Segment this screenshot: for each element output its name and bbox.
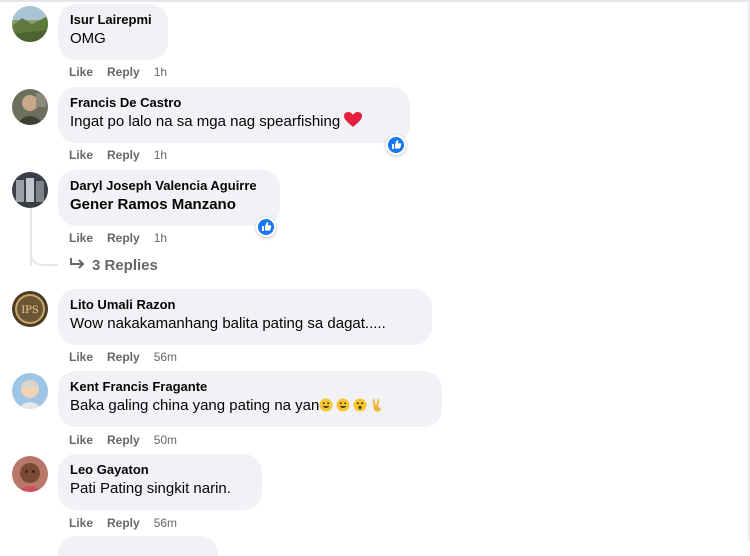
avatar[interactable]	[12, 89, 48, 125]
comment-text: Pati Pating singkit narin.	[70, 480, 231, 497]
reply-button[interactable]: Reply	[107, 231, 140, 245]
reply-button[interactable]: Reply	[107, 516, 140, 530]
like-button[interactable]: Like	[69, 433, 93, 447]
comment-author[interactable]: Kent Francis Fragante	[70, 379, 430, 395]
next-comment-bubble	[58, 536, 218, 556]
comment-actions: Like Reply 1h	[69, 231, 167, 245]
comment-time[interactable]: 1h	[154, 231, 167, 245]
reply-button[interactable]: Reply	[107, 65, 140, 79]
comment-bubble: Leo Gayaton Pati Pating singkit narin.	[58, 454, 262, 510]
avatar[interactable]	[12, 6, 48, 42]
comment-text-body: Baka galing china yang pating na yan	[70, 397, 320, 414]
comment-actions: Like Reply 56m	[69, 350, 177, 364]
reply-button[interactable]: Reply	[107, 350, 140, 364]
comment-actions: Like Reply 50m	[69, 433, 177, 447]
avatar[interactable]	[12, 373, 48, 409]
comment-bubble: Daryl Joseph Valencia Aguirre Gener Ramo…	[58, 170, 280, 226]
like-button[interactable]: Like	[69, 231, 93, 245]
comment-author[interactable]: Daryl Joseph Valencia Aguirre	[70, 178, 268, 194]
like-reaction-icon[interactable]	[256, 217, 276, 237]
comment-text: Ingat po lalo na sa mga nag spearfishing	[70, 112, 398, 132]
victory-hand-icon	[370, 398, 384, 412]
like-button[interactable]: Like	[69, 516, 93, 530]
like-button[interactable]: Like	[69, 148, 93, 162]
comment-text: OMG	[70, 30, 106, 47]
heart-emoji-icon	[344, 112, 363, 127]
grin-emoji-icon	[319, 398, 333, 412]
surprised-emoji-icon	[353, 398, 367, 412]
top-divider	[0, 0, 750, 2]
like-button[interactable]: Like	[69, 65, 93, 79]
comment-time[interactable]: 1h	[154, 148, 167, 162]
comment-author[interactable]: Leo Gayaton	[70, 462, 250, 478]
reply-arrow-icon	[70, 257, 86, 274]
comment-actions: Like Reply 1h	[69, 65, 167, 79]
comment-text: Wow nakakamanhang balita pating sa dagat…	[70, 315, 386, 332]
comment-author[interactable]: Francis De Castro	[70, 95, 398, 111]
comment-author[interactable]: Isur Lairepmi	[70, 12, 156, 28]
tagged-user-link[interactable]: Gener Ramos Manzano	[70, 195, 268, 215]
reply-button[interactable]: Reply	[107, 433, 140, 447]
comment-time[interactable]: 1h	[154, 65, 167, 79]
comment-time[interactable]: 56m	[154, 350, 177, 364]
like-button[interactable]: Like	[69, 350, 93, 364]
replies-count: 3 Replies	[92, 257, 158, 274]
comment-actions: Like Reply 56m	[69, 516, 177, 530]
view-replies-link[interactable]: 3 Replies	[70, 257, 158, 274]
comment-time[interactable]: 56m	[154, 516, 177, 530]
comment-actions: Like Reply 1h	[69, 148, 167, 162]
comment-text: Baka galing china yang pating na yan	[70, 396, 430, 416]
comment-bubble: Isur Lairepmi OMG	[58, 4, 168, 60]
avatar[interactable]	[12, 456, 48, 492]
comment-bubble: Lito Umali Razon Wow nakakamanhang balit…	[58, 289, 432, 345]
comment-bubble: Francis De Castro Ingat po lalo na sa mg…	[58, 87, 410, 143]
comment-time[interactable]: 50m	[154, 433, 177, 447]
thread-connector	[30, 246, 58, 266]
comment-bubble: Kent Francis Fragante Baka galing china …	[58, 371, 442, 427]
svg-text:IPS: IPS	[21, 305, 39, 316]
comment-text-body: Ingat po lalo na sa mga nag spearfishing	[70, 113, 345, 130]
reply-button[interactable]: Reply	[107, 148, 140, 162]
avatar[interactable]	[12, 172, 48, 208]
like-reaction-icon[interactable]	[386, 135, 406, 155]
comment-author[interactable]: Lito Umali Razon	[70, 297, 420, 313]
grin-emoji-icon	[336, 398, 350, 412]
avatar[interactable]: IPS	[12, 291, 48, 327]
